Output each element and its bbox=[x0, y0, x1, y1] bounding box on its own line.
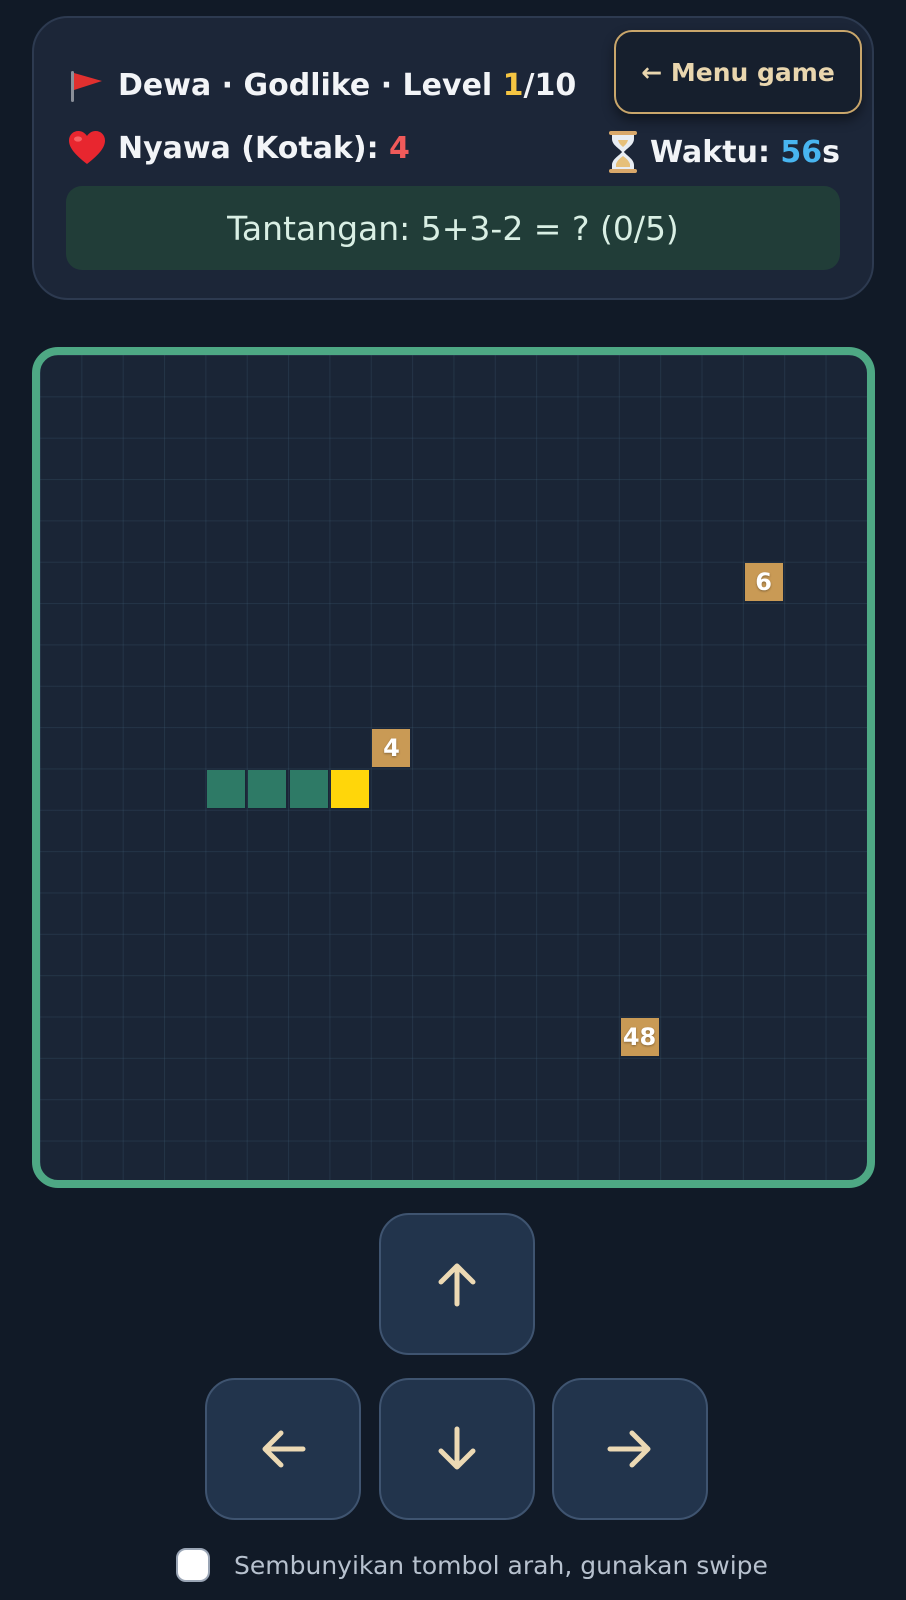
level-total: /10 bbox=[523, 68, 577, 103]
right-button[interactable] bbox=[552, 1378, 708, 1520]
timer-info: Waktu: 56s bbox=[606, 130, 840, 174]
snake-head bbox=[331, 770, 370, 809]
hide-arrows-option[interactable]: Sembunyikan tombol arah, gunakan swipe bbox=[176, 1548, 768, 1582]
hide-arrows-checkbox[interactable] bbox=[176, 1548, 210, 1582]
hourglass-icon bbox=[606, 130, 640, 174]
game-board[interactable]: 6 4 48 bbox=[32, 347, 875, 1188]
status-panel: Dewa · Godlike · Level 1/10 ← Menu game … bbox=[32, 16, 874, 300]
menu-game-button[interactable]: ← Menu game bbox=[614, 30, 862, 114]
red-flag-icon bbox=[68, 69, 104, 103]
snake-segment bbox=[207, 770, 246, 809]
hide-arrows-label: Sembunyikan tombol arah, gunakan swipe bbox=[234, 1550, 768, 1580]
heart-icon bbox=[68, 130, 106, 166]
down-button[interactable] bbox=[379, 1378, 535, 1520]
time-value: 56 bbox=[780, 134, 823, 170]
level-current: 1 bbox=[502, 68, 524, 103]
arrow-right-icon bbox=[607, 1430, 651, 1468]
snake-segment bbox=[289, 770, 328, 809]
arrow-left-icon bbox=[262, 1430, 306, 1468]
number-food-tile: 6 bbox=[744, 563, 783, 602]
arrow-down-icon bbox=[438, 1426, 476, 1470]
left-button[interactable] bbox=[205, 1378, 361, 1520]
challenge-banner: Tantangan: 5+3-2 = ? (0/5) bbox=[66, 186, 840, 270]
lives-info: Nyawa (Kotak): 4 bbox=[68, 130, 410, 166]
up-button[interactable] bbox=[379, 1213, 535, 1355]
arrow-up-icon bbox=[438, 1263, 476, 1307]
number-food-tile: 48 bbox=[620, 1018, 659, 1057]
number-food-tile: 4 bbox=[372, 728, 411, 767]
level-info: Dewa · Godlike · Level 1/10 bbox=[68, 68, 576, 103]
snake-segment bbox=[248, 770, 287, 809]
time-label: Waktu: bbox=[650, 134, 781, 170]
lives-label: Nyawa (Kotak): bbox=[118, 130, 390, 166]
time-unit: s bbox=[822, 134, 840, 170]
lives-value: 4 bbox=[389, 130, 410, 166]
mode-text: Dewa · Godlike · Level bbox=[118, 68, 503, 103]
